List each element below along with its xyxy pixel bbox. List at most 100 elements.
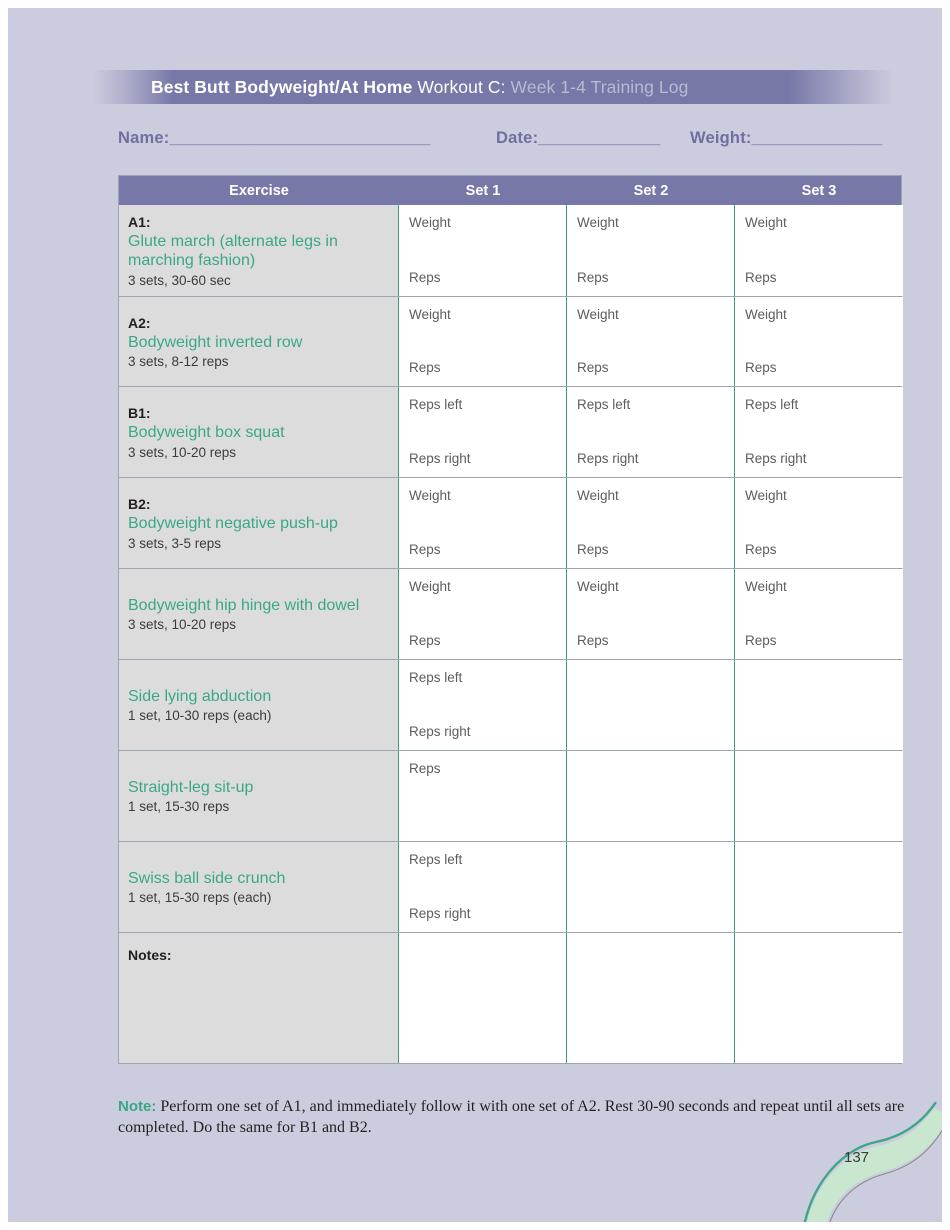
- notes-row: Notes:: [119, 932, 903, 1063]
- set-entry-cell-3[interactable]: Weight Reps: [735, 478, 903, 568]
- set-field-label-bottom: Reps right: [409, 905, 471, 921]
- set-field-label-top: Reps left: [409, 670, 463, 685]
- table-row: B1: Bodyweight box squat 3 sets, 10-20 rep…: [119, 386, 903, 477]
- set-field-label-top: Reps left: [409, 852, 463, 867]
- set-field-label-bottom: Reps: [409, 632, 441, 648]
- table-row: A2: Bodyweight inverted row 3 sets, 8-12 r…: [119, 296, 903, 386]
- exercise-prescription: 3 sets, 10-20 reps: [128, 617, 237, 633]
- set-field-label-bottom: Reps: [409, 541, 441, 557]
- date-label: Date:: [496, 129, 539, 147]
- set-entry-cell-1[interactable]: Reps left Reps right: [399, 387, 567, 477]
- set-field-label-top: Weight: [745, 215, 787, 230]
- set-field-label-top: Weight: [577, 579, 619, 594]
- table-header-row: Exercise Set 1 Set 2 Set 3: [119, 176, 901, 205]
- set-field-label-bottom: Reps: [577, 541, 609, 557]
- notes-entry-cell-3[interactable]: [735, 933, 903, 1063]
- set-field-label-bottom: Reps: [577, 269, 609, 285]
- set-entry-cell-2[interactable]: Weight Reps: [567, 569, 735, 659]
- exercise-name: Bodyweight inverted row: [128, 333, 303, 351]
- exercise-name: Bodyweight negative push-up: [128, 515, 338, 533]
- exercise-prescription: 3 sets, 10-20 reps: [128, 444, 237, 460]
- set-field-label-top: Weight: [745, 488, 787, 503]
- training-log-table: Exercise Set 1 Set 2 Set 3 A1: Glute marc…: [118, 175, 903, 1064]
- set-entry-cell-3[interactable]: Weight Reps: [735, 205, 903, 296]
- date-field[interactable]: Date:______________: [496, 129, 660, 148]
- set-entry-cell-1[interactable]: Weight Reps: [399, 297, 567, 386]
- set-entry-cell-2[interactable]: [567, 660, 735, 750]
- table-row: Swiss ball side crunch 1 set, 15-30 reps …: [119, 841, 903, 932]
- exercise-name: Bodyweight box squat: [128, 424, 285, 442]
- set-entry-cell-3[interactable]: Weight Reps: [735, 297, 903, 386]
- notes-entry-cell-1[interactable]: [399, 933, 567, 1063]
- set-entry-cell-2[interactable]: Weight Reps: [567, 478, 735, 568]
- set-field-label-bottom: Reps right: [409, 723, 471, 739]
- column-header-set-1: Set 1: [465, 182, 501, 199]
- set-field-label-bottom: Reps right: [577, 450, 639, 466]
- weight-input-line[interactable]: _______________: [752, 129, 883, 147]
- column-header-set-2: Set 2: [633, 182, 669, 199]
- set-entry-cell-2[interactable]: [567, 751, 735, 841]
- set-entry-cell-3[interactable]: [735, 660, 903, 750]
- exercise-prescription: 1 set, 10-30 reps (each): [128, 708, 272, 724]
- set-entry-cell-3[interactable]: Reps left Reps right: [735, 387, 903, 477]
- set-entry-cell-2[interactable]: Reps left Reps right: [567, 387, 735, 477]
- exercise-prescription: 3 sets, 30-60 sec: [128, 272, 231, 288]
- table-row: A1: Glute march (alternate legs in marchi…: [119, 205, 903, 296]
- column-header-exercise: Exercise: [229, 182, 289, 199]
- set-entry-cell-2[interactable]: Weight Reps: [567, 297, 735, 386]
- set-field-label-bottom: Reps: [409, 269, 441, 285]
- name-field[interactable]: Name:______________________________: [118, 129, 430, 148]
- set-field-label-bottom: Reps: [577, 359, 609, 375]
- exercise-name: Swiss ball side crunch: [128, 869, 286, 887]
- weight-field[interactable]: Weight:_______________: [690, 129, 882, 148]
- set-field-label-bottom: Reps: [745, 269, 777, 285]
- meta-fields-row: Name:______________________________ Date…: [118, 129, 908, 153]
- set-field-label-top: Weight: [409, 215, 451, 230]
- exercise-name: Glute march (alternate legs in marching …: [128, 232, 338, 270]
- exercise-code: B2:: [128, 496, 151, 513]
- set-entry-cell-2[interactable]: [567, 842, 735, 932]
- set-entry-cell-3[interactable]: [735, 751, 903, 841]
- exercise-prescription: 3 sets, 3-5 reps: [128, 535, 222, 551]
- set-field-label-top: Reps left: [577, 397, 631, 412]
- title-banner: Best Butt Bodyweight/At Home Workout C: …: [93, 70, 893, 104]
- exercise-name: Side lying abduction: [128, 687, 272, 705]
- set-field-label-bottom: Reps: [745, 359, 777, 375]
- date-input-line[interactable]: ______________: [538, 129, 660, 147]
- set-entry-cell-1[interactable]: Reps: [399, 751, 567, 841]
- set-entry-cell-1[interactable]: Weight Reps: [399, 205, 567, 296]
- notes-entry-cell-2[interactable]: [567, 933, 735, 1063]
- table-row: Side lying abduction 1 set, 10-30 reps (e…: [119, 659, 903, 750]
- set-entry-cell-3[interactable]: Weight Reps: [735, 569, 903, 659]
- set-entry-cell-2[interactable]: Weight Reps: [567, 205, 735, 296]
- exercise-cell: A1: Glute march (alternate legs in marchi…: [119, 205, 399, 296]
- set-field-label-top: Weight: [577, 307, 619, 322]
- banner-title-regular: Workout C:: [412, 76, 506, 97]
- exercise-prescription: 1 set, 15-30 reps (each): [128, 890, 272, 906]
- exercise-cell: B1: Bodyweight box squat 3 sets, 10-20 rep…: [119, 387, 399, 477]
- set-entry-cell-1[interactable]: Reps left Reps right: [399, 660, 567, 750]
- exercise-code: B1:: [128, 405, 151, 422]
- page-number: 137: [844, 1149, 870, 1166]
- set-entry-cell-3[interactable]: [735, 842, 903, 932]
- weight-label: Weight:: [690, 129, 752, 147]
- set-field-label-bottom: Reps: [745, 541, 777, 557]
- page-canvas: Best Butt Bodyweight/At Home Workout C: …: [8, 8, 942, 1222]
- table-row: B2: Bodyweight negative push-up 3 sets, 3-…: [119, 477, 903, 568]
- set-field-label-top: Weight: [745, 579, 787, 594]
- name-input-line[interactable]: ______________________________: [169, 129, 430, 147]
- set-entry-cell-1[interactable]: Reps left Reps right: [399, 842, 567, 932]
- set-field-label-top: Weight: [577, 488, 619, 503]
- set-field-label-bottom: Reps right: [745, 450, 807, 466]
- exercise-cell: Swiss ball side crunch 1 set, 15-30 reps …: [119, 842, 399, 932]
- notes-label-cell: Notes:: [119, 933, 399, 1063]
- set-field-label-bottom: Reps: [409, 359, 441, 375]
- exercise-cell: Side lying abduction 1 set, 10-30 reps (e…: [119, 660, 399, 750]
- set-entry-cell-1[interactable]: Weight Reps: [399, 478, 567, 568]
- set-entry-cell-1[interactable]: Weight Reps: [399, 569, 567, 659]
- set-field-label-bottom: Reps right: [409, 450, 471, 466]
- notes-label: Notes:: [128, 947, 172, 963]
- footnote-label: Note:: [118, 1098, 157, 1115]
- banner-title-muted: Week 1-4 Training Log: [505, 76, 689, 97]
- exercise-cell: B2: Bodyweight negative push-up 3 sets, 3-…: [119, 478, 399, 568]
